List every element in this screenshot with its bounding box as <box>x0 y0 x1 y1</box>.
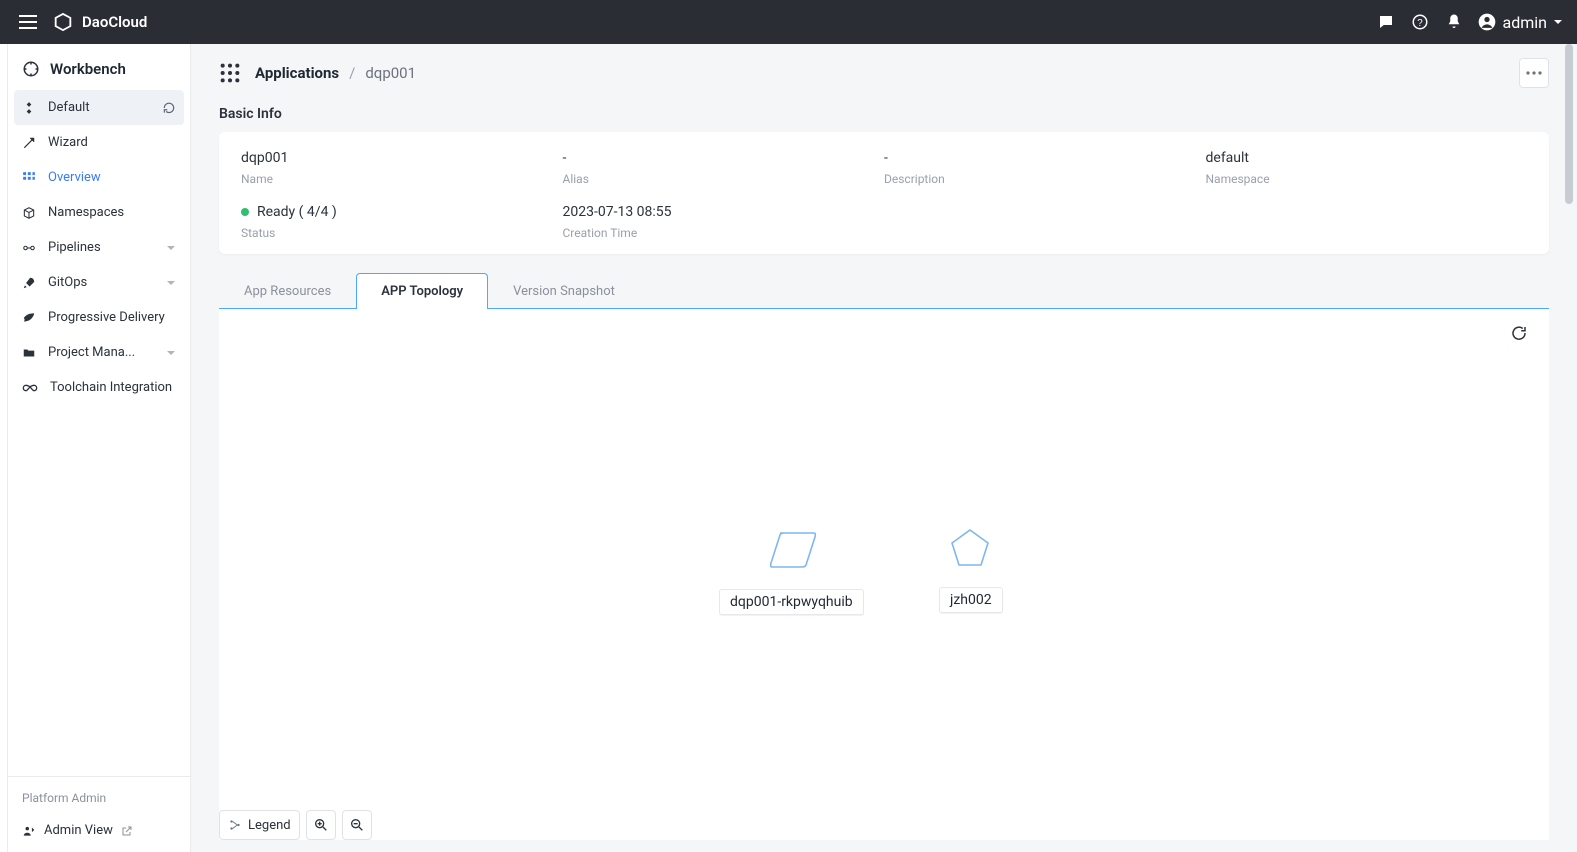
sidebar-context-selector[interactable]: Default <box>14 90 184 125</box>
info-alias: - Alias <box>563 150 885 186</box>
zoom-in-icon <box>313 817 329 833</box>
info-description: - Description <box>884 150 1206 186</box>
breadcrumb: Applications / dqp001 <box>255 64 416 82</box>
sidebar-title: Workbench <box>8 44 190 90</box>
zoom-out-icon <box>349 817 365 833</box>
refresh-icon <box>162 101 176 115</box>
infinity-icon <box>22 381 38 395</box>
node-label: jzh002 <box>939 587 1003 613</box>
sidebar-item-toolchain-integration[interactable]: Toolchain Integration <box>8 370 190 405</box>
info-creation-time: 2023-07-13 08:55 Creation Time <box>563 204 885 240</box>
tabs: App Resources APP Topology Version Snaps… <box>219 272 1549 309</box>
brand-icon <box>52 11 74 33</box>
tab-app-topology[interactable]: APP Topology <box>356 273 488 309</box>
sidebar-item-project-management[interactable]: Project Mana... <box>8 335 190 370</box>
rocket-icon <box>22 276 36 290</box>
topology-node[interactable]: jzh002 <box>939 527 1003 613</box>
bird-icon <box>22 311 36 325</box>
sidebar-item-label: Toolchain Integration <box>50 380 172 395</box>
brand-name: DaoCloud <box>82 13 147 31</box>
breadcrumb-current: dqp001 <box>365 64 416 82</box>
chevron-down-icon <box>166 348 176 358</box>
hamburger-menu-button[interactable] <box>14 8 42 36</box>
sidebar-item-label: Namespaces <box>48 205 124 220</box>
breadcrumb-separator: / <box>349 64 355 82</box>
sidebar-context-label: Default <box>48 100 90 115</box>
admin-icon <box>22 824 36 838</box>
legend-button[interactable]: Legend <box>219 810 300 840</box>
user-name: admin <box>1503 13 1547 32</box>
sidebar-item-pipelines[interactable]: Pipelines <box>8 230 190 265</box>
breadcrumb-root[interactable]: Applications <box>255 64 339 82</box>
chevron-down-icon <box>1553 17 1563 27</box>
top-bar: DaoCloud ? admin <box>0 0 1577 44</box>
tab-app-resources[interactable]: App Resources <box>219 273 356 309</box>
tab-version-snapshot[interactable]: Version Snapshot <box>488 273 640 309</box>
wizard-icon <box>22 136 36 150</box>
chevron-down-icon <box>166 243 176 253</box>
pentagon-icon <box>948 527 992 569</box>
apps-icon <box>219 62 241 84</box>
bell-icon <box>1445 13 1463 31</box>
topology-canvas[interactable]: dqp001-rkpwyqhuib jzh002 <box>219 359 1549 828</box>
notifications-button[interactable] <box>1437 5 1471 39</box>
sidebar-item-progressive-delivery[interactable]: Progressive Delivery <box>8 300 190 335</box>
user-avatar-icon <box>1477 12 1497 32</box>
sidebar: Workbench Default Wizard Overview Namesp… <box>8 44 191 852</box>
zoom-out-button[interactable] <box>342 810 372 840</box>
external-link-icon <box>121 825 133 837</box>
dots-icon <box>1526 71 1542 75</box>
admin-view-link[interactable]: Admin View <box>22 823 176 838</box>
sidebar-item-label: GitOps <box>48 275 87 290</box>
chevron-down-icon <box>166 278 176 288</box>
node-label: dqp001-rkpwyqhuib <box>719 589 864 615</box>
topology-panel: dqp001-rkpwyqhuib jzh002 <box>219 309 1549 840</box>
info-name: dqp001 Name <box>241 150 563 186</box>
basic-info-card: dqp001 Name - Alias - Description defaul… <box>219 132 1549 254</box>
refresh-icon <box>1510 324 1528 342</box>
page-header: Applications / dqp001 <box>191 44 1577 98</box>
sidebar-item-label: Overview <box>48 170 101 185</box>
zoom-in-button[interactable] <box>306 810 336 840</box>
sidebar-item-gitops[interactable]: GitOps <box>8 265 190 300</box>
legend-icon <box>228 818 242 832</box>
sidebar-item-label: Pipelines <box>48 240 101 255</box>
brand-logo[interactable]: DaoCloud <box>52 11 147 33</box>
pipeline-icon <box>22 241 36 255</box>
more-actions-button[interactable] <box>1519 58 1549 88</box>
topology-node[interactable]: dqp001-rkpwyqhuib <box>719 529 864 615</box>
status-dot-icon <box>241 208 249 216</box>
user-menu[interactable]: admin <box>1477 12 1563 32</box>
parallelogram-icon <box>768 529 818 569</box>
topology-controls: Legend <box>219 810 372 840</box>
sidebar-item-namespaces[interactable]: Namespaces <box>8 195 190 230</box>
sidebar-item-label: Project Mana... <box>48 345 135 360</box>
sidebar-item-label: Progressive Delivery <box>48 310 165 325</box>
folder-icon <box>22 346 36 360</box>
menu-icon <box>19 15 37 29</box>
overview-icon <box>22 171 36 185</box>
message-icon <box>1377 13 1395 31</box>
vertical-scrollbar[interactable] <box>1565 44 1575 852</box>
messages-button[interactable] <box>1369 5 1403 39</box>
sidebar-item-label: Wizard <box>48 135 88 150</box>
info-status: Ready ( 4/4 ) Status <box>241 204 563 240</box>
sidebar-item-overview[interactable]: Overview <box>8 160 190 195</box>
topology-refresh-button[interactable] <box>1505 319 1533 347</box>
svg-text:?: ? <box>1417 18 1423 29</box>
sidebar-footer-section: Platform Admin <box>22 791 176 805</box>
help-button[interactable]: ? <box>1403 5 1437 39</box>
info-namespace: default Namespace <box>1206 150 1528 186</box>
main-content: Applications / dqp001 Basic Info dqp001 … <box>191 44 1577 852</box>
help-icon: ? <box>1411 13 1429 31</box>
cube-icon <box>22 206 36 220</box>
workbench-icon <box>22 60 40 78</box>
context-refresh-button[interactable] <box>162 101 176 115</box>
left-rail <box>0 44 8 852</box>
section-title: Basic Info <box>191 98 1577 132</box>
context-icon <box>22 101 36 115</box>
scrollbar-thumb[interactable] <box>1565 44 1573 204</box>
sidebar-item-wizard[interactable]: Wizard <box>8 125 190 160</box>
